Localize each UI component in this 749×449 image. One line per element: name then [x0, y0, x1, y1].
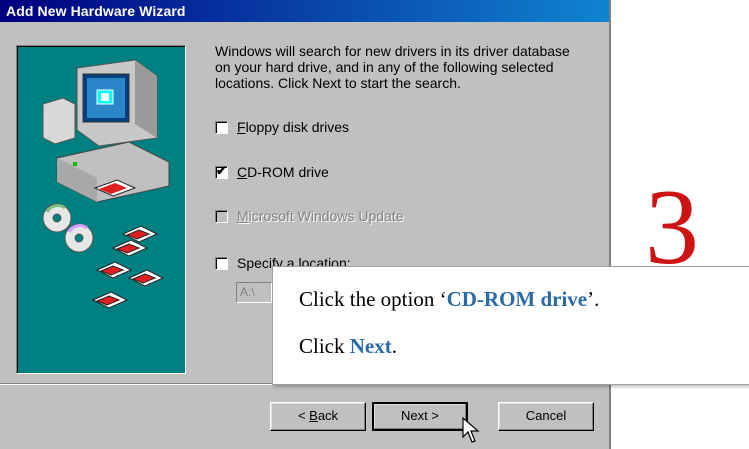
next-button[interactable]: Next >: [372, 402, 468, 431]
instruction-line-1: Click the option ‘CD-ROM drive’.: [299, 287, 600, 311]
specify-location-checkbox[interactable]: [215, 257, 228, 270]
windows-update-label: Microsoft Windows Update: [237, 208, 404, 224]
windows-update-checkbox: [215, 210, 228, 223]
floppy-checkbox[interactable]: [215, 121, 228, 134]
instruction-callout: Click the option ‘CD-ROM drive’. Click N…: [272, 266, 749, 385]
computer-illustration-icon: [42, 59, 170, 309]
window-title: Add New Hardware Wizard: [6, 3, 186, 19]
intro-text: Windows will search for new drivers in i…: [215, 43, 570, 91]
instruction-line-2: Click Next.: [299, 334, 397, 358]
wizard-illustration: [16, 45, 186, 374]
mouse-cursor-icon: [462, 417, 480, 443]
step-number: 3: [645, 168, 699, 287]
floppy-label[interactable]: Floppy disk drives: [237, 119, 349, 135]
cdrom-label[interactable]: CD-ROM drive: [237, 164, 329, 180]
back-button[interactable]: < Back: [270, 402, 366, 431]
cdrom-checkbox[interactable]: ✔: [215, 163, 228, 179]
title-bar[interactable]: Add New Hardware Wizard: [0, 0, 609, 22]
location-field[interactable]: A:\: [236, 282, 272, 303]
cancel-button[interactable]: Cancel: [498, 402, 594, 431]
check-mark-icon: ✔: [216, 163, 227, 178]
